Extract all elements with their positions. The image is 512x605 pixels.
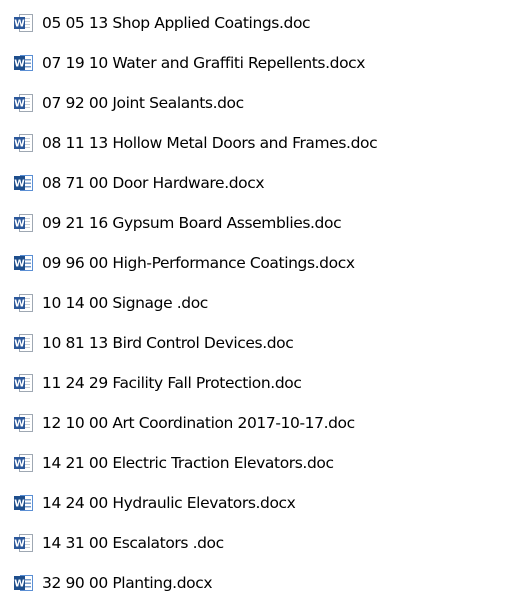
svg-text:W: W (14, 579, 25, 590)
svg-text:W: W (14, 459, 25, 470)
file-item[interactable]: W 11 24 29 Facility Fall Protection.doc (13, 363, 508, 403)
file-item[interactable]: W 10 14 00 Signage .doc (13, 283, 508, 323)
file-item[interactable]: W 10 81 13 Bird Control Devices.doc (13, 323, 508, 363)
file-name: 14 31 00 Escalators .doc (42, 534, 224, 552)
file-name: 07 92 00 Joint Sealants.doc (42, 94, 244, 112)
file-name: 09 21 16 Gypsum Board Assemblies.doc (42, 214, 342, 232)
svg-text:W: W (14, 59, 25, 70)
file-name: 10 81 13 Bird Control Devices.doc (42, 334, 294, 352)
file-name: 07 19 10 Water and Graffiti Repellents.d… (42, 54, 366, 72)
file-item[interactable]: W 14 31 00 Escalators .doc (13, 523, 508, 563)
svg-text:W: W (14, 99, 25, 110)
file-name: 09 96 00 High-Performance Coatings.docx (42, 254, 355, 272)
file-item[interactable]: W 05 05 13 Shop Applied Coatings.doc (13, 3, 508, 43)
svg-text:W: W (14, 139, 25, 150)
svg-text:W: W (14, 19, 25, 30)
file-item[interactable]: W 14 21 00 Electric Traction Elevators.do… (13, 443, 508, 483)
svg-text:W: W (14, 299, 25, 310)
file-item[interactable]: W 09 21 16 Gypsum Board Assemblies.doc (13, 203, 508, 243)
file-name: 32 90 00 Planting.docx (42, 574, 213, 592)
file-list: W 05 05 13 Shop Applied Coatings.doc W 07 1… (13, 3, 508, 603)
svg-text:W: W (14, 179, 25, 190)
file-name: 10 14 00 Signage .doc (42, 294, 208, 312)
word-document-icon: W (13, 253, 34, 273)
svg-text:W: W (14, 539, 25, 550)
word-document-icon: W (13, 53, 34, 73)
file-item[interactable]: W 14 24 00 Hydraulic Elevators.docx (13, 483, 508, 523)
word-document-icon: W (13, 413, 34, 433)
word-document-icon: W (13, 453, 34, 473)
word-document-icon: W (13, 493, 34, 513)
file-name: 11 24 29 Facility Fall Protection.doc (42, 374, 302, 392)
file-item[interactable]: W 09 96 00 High-Performance Coatings.docx (13, 243, 508, 283)
file-item[interactable]: W 12 10 00 Art Coordination 2017-10-17.do… (13, 403, 508, 443)
svg-text:W: W (14, 379, 25, 390)
file-item[interactable]: W 08 71 00 Door Hardware.docx (13, 163, 508, 203)
word-document-icon: W (13, 573, 34, 593)
word-document-icon: W (13, 293, 34, 313)
word-document-icon: W (13, 93, 34, 113)
file-item[interactable]: W 07 92 00 Joint Sealants.doc (13, 83, 508, 123)
svg-text:W: W (14, 499, 25, 510)
file-item[interactable]: W 32 90 00 Planting.docx (13, 563, 508, 603)
word-document-icon: W (13, 373, 34, 393)
file-name: 08 71 00 Door Hardware.docx (42, 174, 265, 192)
word-document-icon: W (13, 213, 34, 233)
file-item[interactable]: W 07 19 10 Water and Graffiti Repellents.… (13, 43, 508, 83)
svg-text:W: W (14, 219, 25, 230)
svg-text:W: W (14, 259, 25, 270)
word-document-icon: W (13, 13, 34, 33)
word-document-icon: W (13, 333, 34, 353)
file-name: 12 10 00 Art Coordination 2017-10-17.doc (42, 414, 355, 432)
word-document-icon: W (13, 133, 34, 153)
file-item[interactable]: W 08 11 13 Hollow Metal Doors and Frames.… (13, 123, 508, 163)
file-name: 14 24 00 Hydraulic Elevators.docx (42, 494, 296, 512)
file-name: 08 11 13 Hollow Metal Doors and Frames.d… (42, 134, 378, 152)
word-document-icon: W (13, 173, 34, 193)
svg-text:W: W (14, 339, 25, 350)
svg-text:W: W (14, 419, 25, 430)
word-document-icon: W (13, 533, 34, 553)
file-name: 05 05 13 Shop Applied Coatings.doc (42, 14, 311, 32)
file-name: 14 21 00 Electric Traction Elevators.doc (42, 454, 334, 472)
